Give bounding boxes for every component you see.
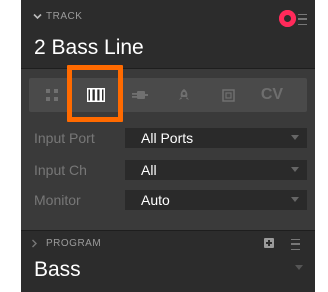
input-ch-label: Input Ch <box>34 162 87 178</box>
add-program-icon[interactable] <box>264 238 274 248</box>
program-header: PROGRAM Bass <box>21 230 315 292</box>
track-panel: TRACK 2 Bass Line CV Input Port All Port… <box>21 0 315 292</box>
caret-down-icon[interactable] <box>295 265 303 271</box>
monitor-select[interactable]: Auto <box>125 190 307 210</box>
track-name[interactable]: 2 Bass Line <box>34 36 144 60</box>
tab-plugin[interactable] <box>119 78 161 112</box>
program-name[interactable]: Bass <box>34 258 81 282</box>
track-menu-icon[interactable] <box>298 14 307 25</box>
input-ch-value: All <box>141 162 157 178</box>
input-port-value: All Ports <box>141 130 194 146</box>
program-menu-icon[interactable] <box>291 239 300 250</box>
grid-icon <box>46 89 58 101</box>
caret-down-icon <box>291 197 299 202</box>
caret-down-icon <box>291 135 299 140</box>
box-icon <box>221 88 235 102</box>
input-port-label: Input Port <box>34 130 95 146</box>
monitor-label: Monitor <box>34 192 81 208</box>
monitor-value: Auto <box>141 192 170 208</box>
chevron-right-icon[interactable] <box>31 239 38 248</box>
tab-audio[interactable] <box>163 78 205 112</box>
track-section-label: TRACK <box>46 11 83 22</box>
rocket-icon <box>179 89 189 100</box>
input-ch-select[interactable]: All <box>125 160 307 180</box>
plug-icon <box>132 91 148 99</box>
cv-tab-label: CV <box>260 86 284 103</box>
tab-cv[interactable]: CV <box>251 78 293 112</box>
program-section-label: PROGRAM <box>46 238 102 249</box>
highlight-box <box>67 65 123 122</box>
record-arm-button[interactable] <box>279 10 296 27</box>
caret-down-icon <box>291 167 299 172</box>
chevron-down-icon[interactable] <box>33 13 42 20</box>
track-header: TRACK 2 Bass Line <box>21 0 315 69</box>
input-port-select[interactable]: All Ports <box>125 128 307 148</box>
tab-macro[interactable] <box>207 78 249 112</box>
